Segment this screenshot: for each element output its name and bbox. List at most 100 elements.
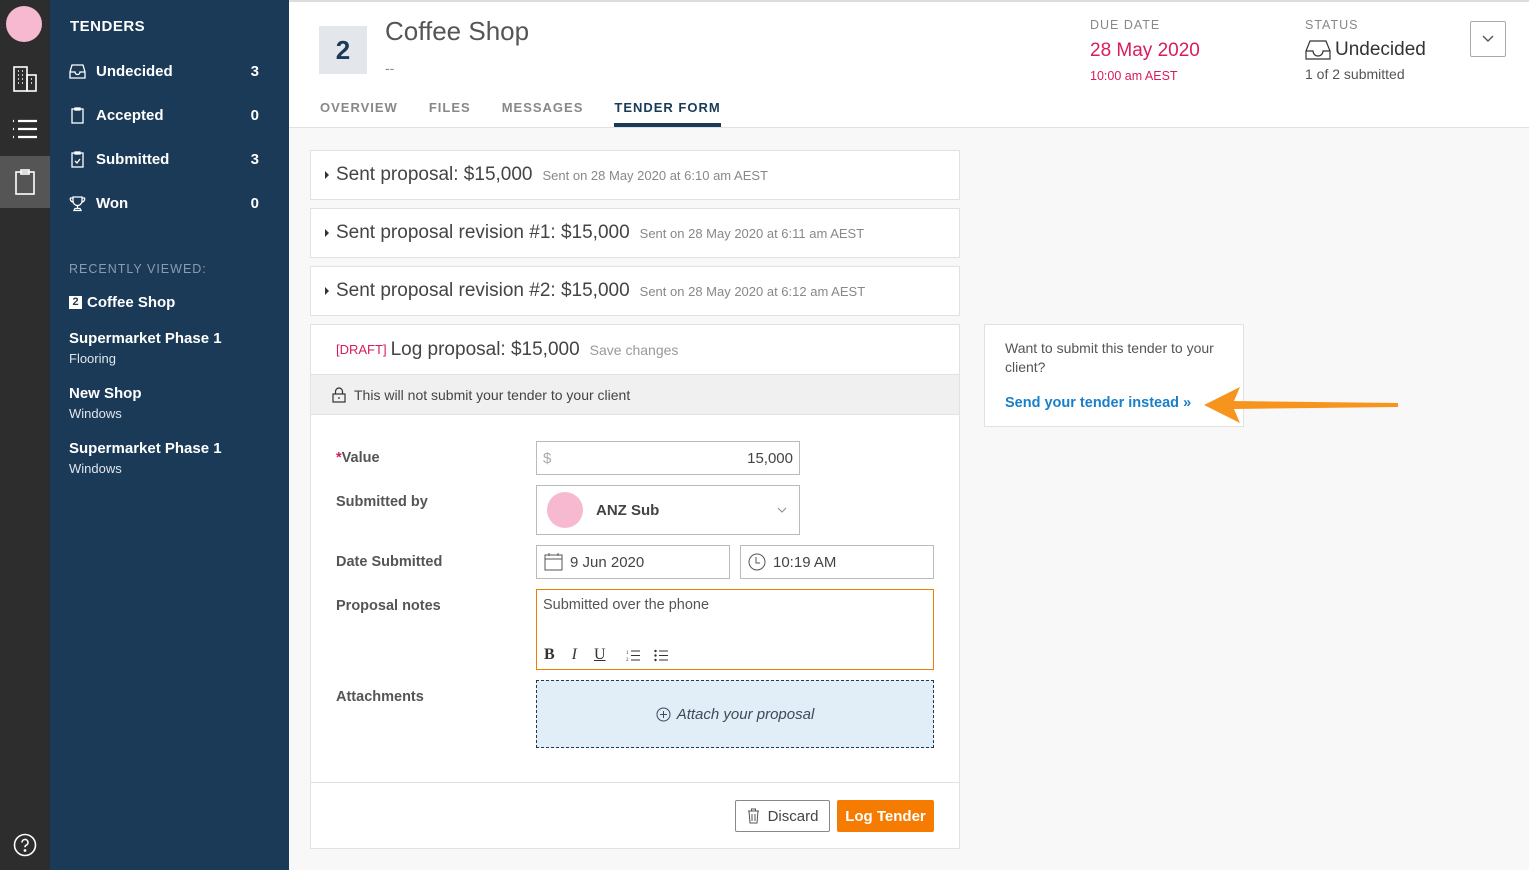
draft-proposal-card: [DRAFT] Log proposal: $15,000 Save chang… — [310, 324, 960, 849]
underline-button[interactable]: U — [594, 646, 606, 664]
expand-caret-icon — [325, 171, 329, 179]
save-changes-link[interactable]: Save changes — [590, 342, 679, 358]
annotation-arrow-icon — [1204, 387, 1398, 423]
draft-title: Log proposal: $15,000 — [390, 338, 580, 360]
status-dropdown-button[interactable] — [1470, 21, 1506, 57]
due-time: 10:00 am AEST — [1090, 69, 1178, 83]
sidebar-item-count: 3 — [250, 62, 259, 80]
recent-item[interactable]: New Shop Windows — [69, 385, 142, 421]
notes-text: Submitted over the phone — [543, 597, 710, 613]
svg-text:1: 1 — [626, 651, 629, 656]
date-submitted-label: Date Submitted — [336, 554, 443, 570]
sidebar-item-accepted[interactable]: Accepted 0 — [69, 103, 259, 127]
recent-item-subtitle: Windows — [69, 406, 122, 421]
sent-proposal-row[interactable]: Sent proposal revision #2: $15,000 Sent … — [310, 266, 960, 316]
clipboard-icon[interactable] — [0, 156, 50, 208]
tender-header: 2 Coffee Shop -- OVERVIEW FILES MESSAGES… — [289, 0, 1529, 128]
clipboard-icon — [71, 106, 84, 124]
recent-item-subtitle: Windows — [69, 461, 122, 476]
recent-item-title: Supermarket Phase 1 — [69, 330, 222, 347]
proposal-meta: Sent on 28 May 2020 at 6:11 am AEST — [639, 225, 865, 241]
status-badge: Undecided — [1305, 39, 1426, 61]
clipboard-check-icon — [71, 150, 84, 168]
trash-icon — [747, 808, 759, 824]
proposal-meta: Sent on 28 May 2020 at 6:12 am AEST — [639, 283, 866, 299]
status-subtext: 1 of 2 submitted — [1305, 66, 1405, 82]
recent-item[interactable]: 2 Coffee Shop — [69, 294, 175, 311]
draft-header: [DRAFT] Log proposal: $15,000 Save chang… — [311, 325, 959, 375]
due-date: 28 May 2020 — [1090, 40, 1200, 61]
status-value: Undecided — [1335, 39, 1426, 60]
trophy-icon — [69, 195, 86, 211]
draft-tag: [DRAFT] — [336, 342, 387, 357]
bold-button[interactable]: B — [544, 646, 555, 664]
currency-symbol: $ — [543, 449, 552, 467]
icon-rail — [0, 0, 50, 870]
sidebar-item-label: Won — [96, 194, 129, 212]
sidebar-item-count: 0 — [250, 106, 259, 124]
attachments-label: Attachments — [336, 689, 424, 705]
ordered-list-icon[interactable]: 12 — [626, 649, 640, 662]
clock-icon — [748, 553, 766, 571]
date-value: 9 Jun 2020 — [570, 553, 645, 571]
send-tender-question: Want to submit this tender to your clien… — [1005, 340, 1214, 375]
send-tender-link[interactable]: Send your tender instead » — [1005, 395, 1223, 411]
date-input[interactable]: 9 Jun 2020 — [536, 545, 730, 579]
sidebar-item-submitted[interactable]: Submitted 3 — [69, 147, 259, 171]
submitter-avatar — [547, 492, 583, 528]
recently-viewed-label: RECENTLY VIEWED: — [69, 262, 207, 276]
sidebar: TENDERS Undecided 3 Accepted 0 Submitted… — [50, 0, 289, 870]
recent-item-title: New Shop — [69, 385, 142, 402]
value-label: *Value — [336, 450, 380, 466]
discard-button[interactable]: Discard — [735, 800, 830, 832]
proposal-title: Sent proposal: $15,000 — [336, 164, 533, 185]
sidebar-item-undecided[interactable]: Undecided 3 — [69, 59, 259, 83]
chevron-down-icon — [777, 507, 787, 513]
proposal-meta: Sent on 28 May 2020 at 6:10 am AEST — [542, 167, 768, 183]
value-input[interactable]: $ 15,000 — [536, 441, 800, 475]
notice-bar: This will not submit your tender to your… — [311, 375, 959, 415]
recent-item[interactable]: Supermarket Phase 1 Windows — [69, 440, 222, 476]
tab-tender-form[interactable]: TENDER FORM — [614, 100, 721, 127]
sidebar-item-label: Undecided — [96, 62, 173, 80]
tab-bar: OVERVIEW FILES MESSAGES TENDER FORM — [320, 100, 752, 127]
attach-dropzone[interactable]: Attach your proposal — [536, 680, 934, 748]
italic-button[interactable]: I — [572, 646, 577, 664]
sent-proposal-row[interactable]: Sent proposal revision #1: $15,000 Sent … — [310, 208, 960, 258]
submitted-by-select[interactable]: ANZ Sub — [536, 485, 800, 535]
submitter-name: ANZ Sub — [596, 501, 660, 519]
inbox-icon — [69, 63, 86, 79]
draft-footer: Discard Log Tender — [311, 782, 959, 848]
list-icon[interactable] — [0, 104, 50, 154]
expand-caret-icon — [325, 229, 329, 237]
sidebar-item-label: Submitted — [96, 150, 170, 168]
page-title: Coffee Shop — [385, 16, 530, 46]
tab-overview[interactable]: OVERVIEW — [320, 100, 398, 127]
bullet-list-icon[interactable] — [653, 649, 668, 662]
buildings-icon[interactable] — [0, 54, 50, 104]
log-tender-button[interactable]: Log Tender — [837, 800, 934, 832]
proposal-notes-label: Proposal notes — [336, 598, 441, 614]
user-avatar[interactable] — [6, 6, 42, 42]
calendar-icon — [544, 553, 563, 571]
tab-files[interactable]: FILES — [429, 100, 471, 127]
due-date-label: DUE DATE — [1090, 18, 1161, 32]
sidebar-item-won[interactable]: Won 0 — [69, 191, 259, 215]
tab-messages[interactable]: MESSAGES — [502, 100, 584, 127]
attach-prompt: Attach your proposal — [676, 705, 815, 723]
notice-text: This will not submit your tender to your… — [354, 386, 631, 403]
time-input[interactable]: 10:19 AM — [740, 545, 934, 579]
time-value: 10:19 AM — [773, 553, 837, 571]
sent-proposal-row[interactable]: Sent proposal: $15,000 Sent on 28 May 20… — [310, 150, 960, 200]
formatting-toolbar: B I U 12 — [544, 646, 668, 664]
recent-item[interactable]: Supermarket Phase 1 Flooring — [69, 330, 222, 366]
inbox-icon — [1305, 40, 1331, 60]
recent-item-title: Supermarket Phase 1 — [69, 440, 222, 457]
help-icon[interactable] — [0, 820, 50, 870]
submitted-by-label: Submitted by — [336, 494, 428, 510]
sidebar-item-label: Accepted — [96, 106, 164, 124]
expand-caret-icon — [325, 287, 329, 295]
svg-text:2: 2 — [626, 658, 629, 662]
proposal-notes-editor[interactable]: Submitted over the phone B I U 12 — [536, 589, 934, 670]
page-subtitle: -- — [385, 60, 395, 76]
